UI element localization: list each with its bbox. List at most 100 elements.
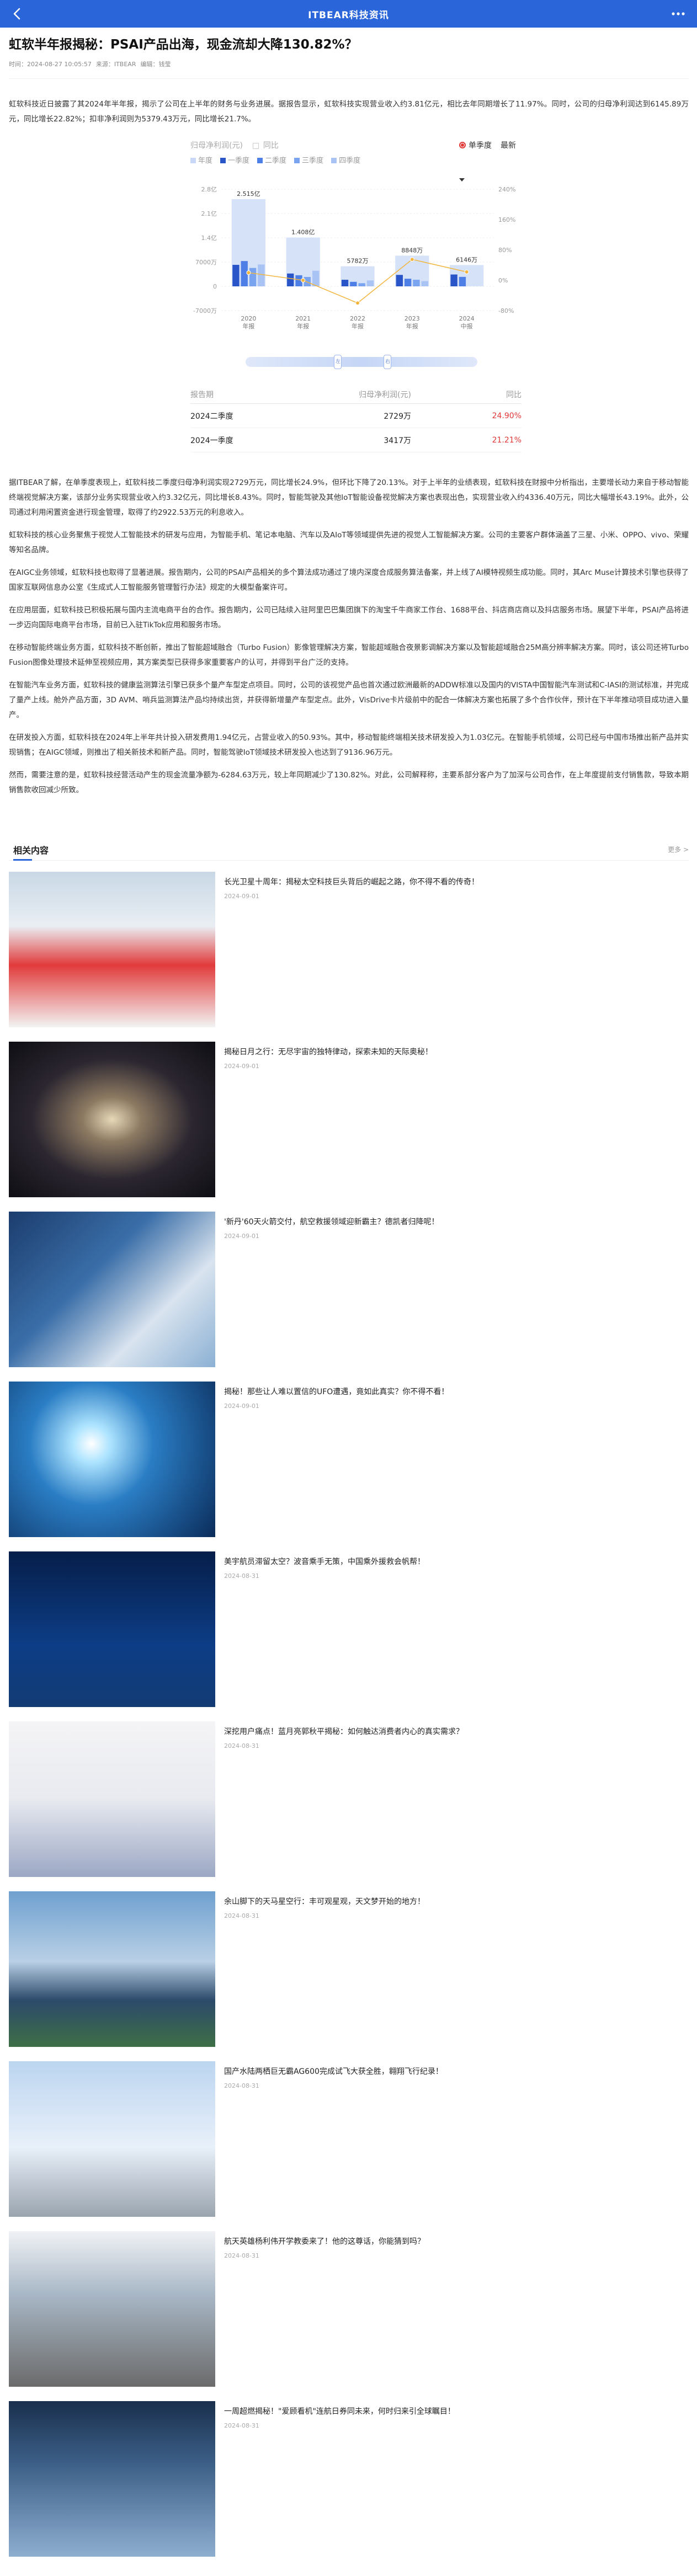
cell-period: 2024二季度	[190, 412, 233, 421]
related-card-title[interactable]: '新丹'60天火箭交付，航空救援领域迎新霸主？德凯者归降呢！	[224, 1216, 439, 1228]
radio-icon	[459, 142, 466, 148]
finance-table: 报告期 归母净利润(元) 同比 2024二季度 2729万 24.90% 202…	[190, 385, 522, 452]
related-thumbnail[interactable]	[9, 2231, 215, 2387]
related-card-title[interactable]: 揭秘！那些让人难以置信的UFO遭遇，竟如此真实？你不得不看！	[224, 1386, 449, 1398]
related-card-title[interactable]: 余山脚下的天马星空行：丰可观星观，天文梦开始的地方！	[224, 1896, 425, 1908]
cell-value: 3417万	[384, 436, 411, 445]
related-more-link[interactable]: 更多 >	[668, 845, 689, 854]
col-net-profit: 归母净利润(元)	[359, 390, 411, 399]
bar-quarter	[312, 270, 320, 286]
chart-legend: 年度 一季度 二季度 三季度 四季度	[190, 154, 522, 165]
related-card-date: 2024-08-31	[224, 2082, 259, 2089]
related-card-title[interactable]: 深挖用户痛点！蓝月亮郭秋平揭秘：如何触达消费者内心的真实需求？	[224, 1726, 464, 1738]
x-tick-label: 中报	[461, 322, 473, 330]
bar-quarter	[341, 280, 349, 286]
back-button[interactable]	[8, 5, 25, 23]
related-thumbnail[interactable]	[9, 1721, 215, 1877]
y2-tick-label: 80%	[498, 247, 512, 254]
legend-q2[interactable]: 二季度	[257, 154, 286, 165]
related-thumbnail[interactable]	[9, 1891, 215, 2047]
related-card-date: 2024-09-01	[224, 1233, 259, 1240]
yoy-point	[409, 257, 414, 262]
bar-quarter	[459, 276, 466, 286]
related-card[interactable]: 国产水陆两栖巨无霸AG600完成试飞大获全胜，翱翔飞行纪录！ 2024-08-31	[9, 2061, 689, 2221]
related-text: 一周超燃揭秘！"爱顾看机"连航日券同未来，何时归来引全球瞩目！ 2024-08-3…	[215, 2401, 455, 2561]
related-card[interactable]: 揭秘日月之行：无尽宇宙的独特律动，探索未知的天际奥秘！ 2024-09-01	[9, 1042, 689, 1202]
article-title: 虹软半年报揭秘：PSAI产品出海，现金流却大降130.82%？	[9, 38, 358, 52]
x-tick-label: 2022	[350, 315, 365, 322]
related-thumbnail[interactable]	[9, 2061, 215, 2217]
related-card-title[interactable]: 长光卫星十周年：揭秘太空科技巨头背后的崛起之路，你不得不看的传奇！	[224, 876, 479, 888]
x-tick-label: 年报	[406, 322, 418, 330]
y2-tick-label: 160%	[498, 216, 515, 223]
cell-yoy: 21.21%	[492, 435, 522, 445]
related-text: 揭秘！那些让人难以置信的UFO遭遇，竟如此真实？你不得不看！ 2024-09-01	[215, 1382, 449, 1542]
y2-tick-label: -80%	[498, 307, 514, 314]
top-bar: ITBEAR科技资讯	[0, 0, 697, 28]
slider-left-label: 左	[336, 359, 341, 365]
legend-q3[interactable]: 三季度	[294, 154, 323, 165]
meta-source: 来源：ITBEAR	[95, 61, 136, 68]
legend-annual[interactable]: 年度	[190, 154, 212, 165]
x-tick-label: 年报	[352, 322, 364, 330]
related-thumbnail[interactable]	[9, 2401, 215, 2557]
related-header: 相关内容 更多 >	[9, 839, 689, 861]
related-title: 相关内容	[9, 843, 49, 861]
y-tick-label: 7000万	[195, 259, 217, 266]
x-tick-label: 2024	[459, 315, 475, 322]
related-card[interactable]: 航天英雄杨利伟开学教委来了！他的这尊话，你能猜到吗？ 2024-08-31	[9, 2231, 689, 2391]
single-quarter-toggle[interactable]: 单季度	[459, 140, 492, 151]
related-card-date: 2024-08-31	[224, 1742, 259, 1750]
cell-yoy: 24.90%	[492, 411, 522, 420]
bar-quarter	[396, 275, 403, 286]
col-period: 报告期	[190, 390, 214, 399]
finance-widget: 归母净利润(元) 同比 年度 一季度 二季度 三季度 四季度 单季度 最新 2.…	[190, 140, 522, 471]
table-row: 2024一季度 3417万 21.21%	[190, 428, 522, 452]
related-thumbnail[interactable]	[9, 872, 215, 1027]
cell-period: 2024一季度	[190, 436, 233, 445]
bar-quarter	[450, 274, 457, 286]
x-tick-label: 年报	[297, 322, 309, 330]
related-card-title[interactable]: 航天英雄杨利伟开学教委来了！他的这尊话，你能猜到吗？	[224, 2236, 425, 2248]
more-button[interactable]	[667, 5, 689, 23]
article-body: 据ITBEAR了解，在单季度表现上，虹软科技二季度归母净利润实现2729万元，同…	[9, 476, 689, 798]
related-card[interactable]: 一周超燃揭秘！"爱顾看机"连航日券同未来，何时归来引全球瞩目！ 2024-08-3…	[9, 2401, 689, 2561]
related-text: 航天英雄杨利伟开学教委来了！他的这尊话，你能猜到吗？ 2024-08-31	[215, 2231, 425, 2391]
related-card[interactable]: '新丹'60天火箭交付，航空救援领域迎新霸主？德凯者归降呢！ 2024-09-01	[9, 1212, 689, 1372]
y-tick-label: 2.1亿	[201, 210, 217, 217]
checkbox-icon[interactable]	[253, 142, 259, 149]
yoy-point	[246, 270, 251, 275]
paragraph-6: 在移动智能终端业务方面，虹软科技不断创新，推出了智能超域融合（Turbo Fus…	[9, 643, 689, 667]
bar-quarter	[258, 264, 265, 286]
legend-q4[interactable]: 四季度	[331, 154, 360, 165]
related-card-title[interactable]: 国产水陆两栖巨无霸AG600完成试飞大获全胜，翱翔飞行纪录！	[224, 2066, 443, 2078]
latest-dropdown[interactable]: 最新	[459, 140, 516, 182]
app-title: ITBEAR科技资讯	[308, 9, 389, 21]
related-card[interactable]: 揭秘！那些让人难以置信的UFO遭遇，竟如此真实？你不得不看！ 2024-09-01	[9, 1382, 689, 1542]
yoy-point	[301, 278, 306, 282]
y-tick-label: 0	[213, 283, 217, 290]
related-card-title[interactable]: 一周超燃揭秘！"爱顾看机"连航日券同未来，何时归来引全球瞩目！	[224, 2406, 455, 2418]
bar-quarter	[287, 273, 294, 286]
related-thumbnail[interactable]	[9, 1212, 215, 1367]
related-thumbnail[interactable]	[9, 1551, 215, 1707]
table-header: 报告期 归母净利润(元) 同比	[190, 385, 522, 404]
related-thumbnail[interactable]	[9, 1042, 215, 1197]
related-card[interactable]: 长光卫星十周年：揭秘太空科技巨头背后的崛起之路，你不得不看的传奇！ 2024-09…	[9, 872, 689, 1032]
range-slider[interactable]: 左 右	[246, 355, 477, 369]
related-card[interactable]: 深挖用户痛点！蓝月亮郭秋平揭秘：如何触达消费者内心的真实需求？ 2024-08-3…	[9, 1721, 689, 1881]
col-yoy: 同比	[506, 390, 522, 399]
bar-quarter	[421, 281, 428, 286]
tab-net-profit[interactable]: 归母净利润(元)	[190, 141, 243, 150]
related-card-title[interactable]: 美宇航员滞留太空？波音乘手无策，中国乘外援救会帆帮！	[224, 1556, 425, 1568]
related-card[interactable]: 美宇航员滞留太空？波音乘手无策，中国乘外援救会帆帮！ 2024-08-31	[9, 1551, 689, 1711]
bar-quarter	[249, 268, 257, 286]
legend-q1[interactable]: 一季度	[220, 154, 249, 165]
tab-yoy[interactable]: 同比	[263, 141, 279, 150]
related-card-title[interactable]: 揭秘日月之行：无尽宇宙的独特律动，探索未知的天际奥秘！	[224, 1046, 433, 1058]
bar-quarter	[350, 281, 357, 286]
paragraph-7: 在智能汽车业务方面，虹软科技的健康监测算法引擎已获多个量产车型定点项目。同时，公…	[9, 681, 689, 719]
related-thumbnail[interactable]	[9, 1382, 215, 1537]
y2-tick-label: 0%	[498, 277, 508, 284]
related-card[interactable]: 余山脚下的天马星空行：丰可观星观，天文梦开始的地方！ 2024-08-31	[9, 1891, 689, 2051]
